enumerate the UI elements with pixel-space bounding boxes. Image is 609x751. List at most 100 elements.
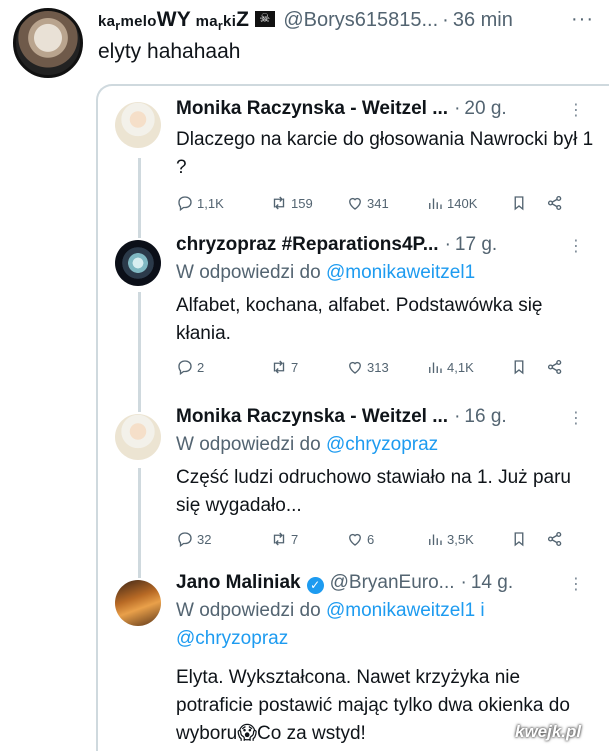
share-button[interactable] — [546, 530, 567, 548]
author-name[interactable]: karmeloWY markiZ — [98, 8, 249, 33]
avatar[interactable] — [115, 240, 161, 286]
outer-tweet[interactable]: karmeloWY markiZ @Borys615815... · 36 mi… — [0, 0, 609, 751]
heart-icon — [349, 361, 361, 374]
share-icon — [547, 531, 562, 547]
tweet-text: Część ludzi odruchowo stawiało na 1. Już… — [176, 467, 571, 516]
tweet-actions: 32 7 6 3,5K — [176, 530, 576, 550]
separator-dot: · — [454, 98, 461, 119]
views-icon — [429, 534, 442, 545]
bookmark-icon — [514, 196, 524, 211]
timestamp[interactable]: 36 min — [453, 9, 513, 32]
reply-to-line: W odpowiedzi do @monikaweitzel1 i — [176, 600, 485, 622]
tweet-header: chryzopraz #Reparations4P... · 17 g. — [176, 234, 497, 256]
mention-link[interactable]: @monikaweitzel1 — [326, 262, 475, 283]
tweet-text: Alfabet, kochana, alfabet. Podstawówka s… — [176, 295, 543, 344]
mention-link[interactable]: @monikaweitzel1 i — [326, 600, 485, 621]
reply-count: 2 — [197, 359, 205, 375]
bookmark-icon — [514, 532, 524, 547]
retweet-button[interactable]: 7 — [270, 530, 298, 548]
thread-tweet[interactable]: Monika Raczynska - Weitzel ... · 20 g. ⋮… — [98, 86, 609, 226]
heart-icon — [349, 533, 361, 546]
reply-button[interactable]: 1,1K — [176, 194, 224, 212]
avatar[interactable] — [115, 580, 161, 626]
verified-badge-icon: ✓ — [306, 577, 324, 594]
retweet-count: 7 — [291, 359, 299, 375]
thread-connector — [138, 226, 141, 238]
bookmark-button[interactable] — [510, 530, 531, 548]
timestamp[interactable]: 20 g. — [464, 98, 506, 120]
author-name[interactable]: Jano Maliniak — [176, 572, 301, 594]
separator-dot: · — [460, 572, 467, 593]
timestamp[interactable]: 16 g. — [464, 406, 506, 428]
views-button[interactable]: 3,5K — [426, 530, 474, 548]
retweet-icon — [273, 196, 285, 210]
mention-link[interactable]: @chryzopraz — [176, 628, 288, 649]
reply-to-line-2: @chryzopraz — [176, 628, 288, 650]
share-button[interactable] — [546, 194, 567, 212]
author-handle[interactable]: @BryanEuro... — [330, 572, 455, 594]
heart-icon — [349, 197, 361, 210]
reply-to-line: W odpowiedzi do @chryzopraz — [176, 434, 438, 456]
timestamp[interactable]: 14 g. — [471, 572, 513, 594]
thread-connector — [138, 468, 141, 576]
more-options-icon[interactable]: ⋮ — [568, 574, 584, 594]
retweet-button[interactable]: 159 — [270, 194, 313, 212]
tweet-header: Monika Raczynska - Weitzel ... · 16 g. — [176, 406, 507, 428]
author-handle[interactable]: @Borys615815... — [283, 9, 438, 32]
author-name[interactable]: Monika Raczynska - Weitzel ... — [176, 406, 448, 428]
thread-connector — [138, 158, 141, 226]
reply-icon — [178, 360, 192, 376]
thread-tweet[interactable]: chryzopraz #Reparations4P... · 17 g. ⋮ W… — [98, 226, 609, 406]
retweet-icon — [273, 532, 285, 546]
quoted-thread-card[interactable]: Monika Raczynska - Weitzel ... · 20 g. ⋮… — [96, 84, 609, 751]
like-button[interactable]: 341 — [346, 194, 389, 212]
tweet-actions: 1,1K 159 341 140K — [176, 194, 576, 214]
author-name[interactable]: Monika Raczynska - Weitzel ... — [176, 98, 448, 120]
timestamp[interactable]: 17 g. — [455, 234, 497, 256]
tweet-header: Jano Maliniak ✓ @BryanEuro... · 14 g. — [176, 572, 513, 594]
separator-dot: · — [442, 9, 449, 31]
reply-button[interactable]: 2 — [176, 358, 204, 376]
views-button[interactable]: 4,1K — [426, 358, 474, 376]
separator-dot: · — [444, 234, 451, 255]
tweet-header: Monika Raczynska - Weitzel ... · 20 g. — [176, 98, 507, 120]
thread-tweet[interactable]: Monika Raczynska - Weitzel ... · 16 g. ⋮… — [98, 406, 609, 576]
mention-link[interactable]: @chryzopraz — [326, 434, 438, 455]
like-button[interactable]: 313 — [346, 358, 389, 376]
avatar[interactable] — [115, 102, 161, 148]
bookmark-button[interactable] — [510, 358, 531, 376]
reply-to-label: W odpowiedzi do — [176, 434, 326, 455]
watermark-logo: kwejk.pl — [515, 722, 582, 741]
separator-dot: · — [454, 406, 461, 427]
reply-button[interactable]: 32 — [176, 530, 211, 548]
views-icon — [429, 198, 442, 209]
reply-count: 32 — [197, 531, 212, 547]
share-button[interactable] — [546, 358, 567, 376]
thread-connector — [138, 406, 141, 412]
retweet-count: 7 — [291, 531, 299, 547]
pirate-flag-icon — [255, 11, 276, 27]
retweet-count: 159 — [291, 195, 313, 211]
views-button[interactable]: 140K — [426, 194, 477, 212]
avatar[interactable] — [115, 414, 161, 460]
retweet-icon — [273, 360, 285, 374]
avatar[interactable] — [13, 8, 83, 78]
views-count: 4,1K — [447, 359, 474, 375]
like-button[interactable]: 6 — [346, 530, 374, 548]
more-options-icon[interactable]: ⋮ — [568, 100, 584, 120]
reply-to-line: W odpowiedzi do @monikaweitzel1 — [176, 262, 475, 284]
retweet-button[interactable]: 7 — [270, 358, 298, 376]
more-options-icon[interactable]: ··· — [571, 8, 594, 31]
reply-icon — [178, 196, 192, 212]
thread-connector — [138, 576, 141, 578]
more-options-icon[interactable]: ⋮ — [568, 236, 584, 256]
more-options-icon[interactable]: ⋮ — [568, 408, 584, 428]
reply-to-label: W odpowiedzi do — [176, 600, 326, 621]
like-count: 6 — [367, 531, 375, 547]
like-count: 341 — [367, 195, 389, 211]
bookmark-button[interactable] — [510, 194, 531, 212]
author-name[interactable]: chryzopraz #Reparations4P... — [176, 234, 439, 256]
reply-count: 1,1K — [197, 195, 224, 211]
reply-icon — [178, 532, 192, 548]
bookmark-icon — [514, 360, 524, 375]
